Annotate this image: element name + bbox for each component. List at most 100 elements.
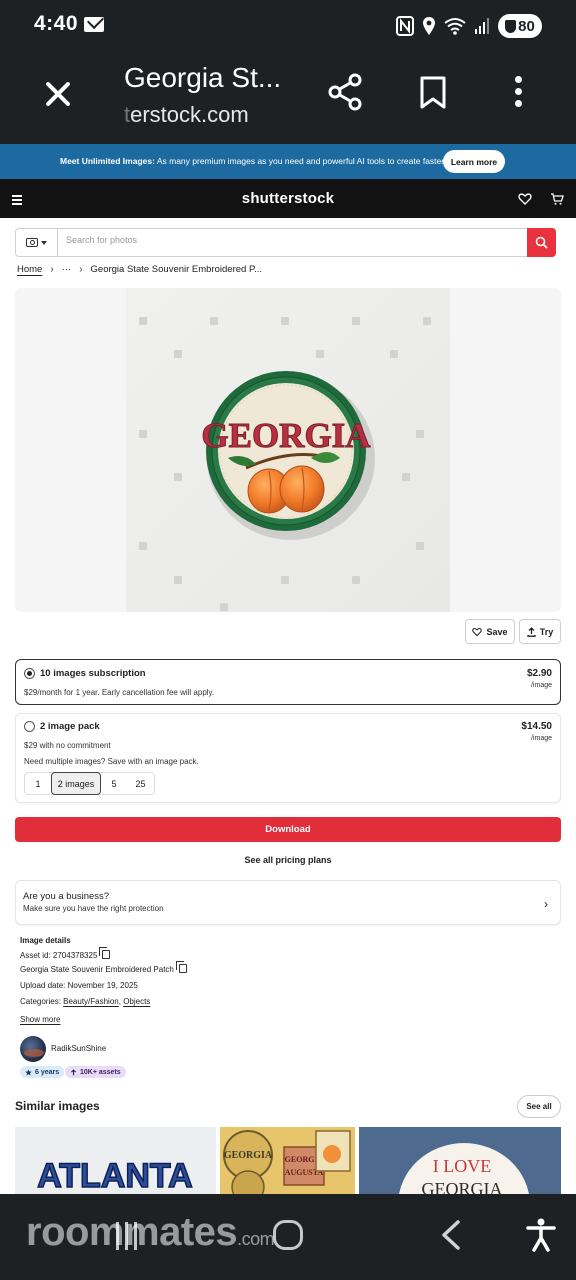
plan-radio[interactable] <box>24 721 35 732</box>
copy-icon[interactable] <box>99 947 111 959</box>
product-image[interactable]: GEORGIA <box>126 288 450 612</box>
chevron-right-icon: › <box>544 897 548 911</box>
system-navigation-bar: roommates.com <box>0 1194 576 1280</box>
watermark-suffix: .com <box>237 1229 275 1249</box>
plan-price-unit: /image <box>530 735 552 742</box>
assets-badge-label: 10K+ assets <box>80 1068 121 1076</box>
star-icon <box>25 1068 32 1076</box>
pack-option-25[interactable]: 25 <box>127 773 154 794</box>
georgia-patch-illustration: GEORGIA <box>201 371 375 540</box>
plan-description: $29/month for 1 year. Early cancellation… <box>24 688 215 697</box>
search-type-dropdown[interactable] <box>16 229 58 256</box>
cart-icon[interactable] <box>550 192 564 206</box>
promo-bold: Meet Unlimited Images: <box>60 156 155 166</box>
copy-icon[interactable] <box>175 961 187 973</box>
signal-icon <box>475 18 489 34</box>
try-label: Try <box>539 626 554 637</box>
try-button[interactable]: Try <box>519 619 561 644</box>
breadcrumb-current: Georgia State Souvenir Embroidered P... <box>90 264 262 275</box>
promo-text: Meet Unlimited Images: As many premium i… <box>60 156 446 166</box>
category-link[interactable]: Beauty/Fashion <box>63 997 119 1006</box>
custom-tab-toolbar: Georgia St... terstock.com <box>0 52 576 144</box>
image-details-heading: Image details <box>20 936 71 945</box>
categories-row: Categories: Beauty/Fashion, Objects <box>20 997 150 1006</box>
category-link[interactable]: Objects <box>123 997 150 1006</box>
upload-date: Upload date: November 19, 2025 <box>20 981 138 990</box>
see-all-pricing-link[interactable]: See all pricing plans <box>0 855 576 865</box>
thumb-text: I LOVE <box>433 1156 491 1176</box>
status-bar: 4:40 80 <box>0 0 576 52</box>
camera-icon <box>26 238 38 247</box>
nfc-icon <box>396 16 414 36</box>
promo-body: As many premium images as you need and p… <box>154 156 446 166</box>
search-input[interactable] <box>66 235 486 245</box>
business-title: Are you a business? <box>23 891 110 902</box>
see-all-button[interactable]: See all <box>517 1095 561 1118</box>
pack-option-5[interactable]: 5 <box>101 773 127 794</box>
similar-images-title: Similar images <box>15 1099 100 1113</box>
status-icons: 80 <box>396 14 542 38</box>
georgia-stamps-thumb-art: GEORGIA GEORGIA AUGUSTA <box>223 1130 351 1194</box>
mail-icon <box>84 17 104 32</box>
subscription-plan-card[interactable]: 10 images subscription $29/month for 1 y… <box>15 659 561 705</box>
breadcrumb: Home › ··· › Georgia State Souvenir Embr… <box>17 264 262 275</box>
heart-outline-icon <box>472 627 483 636</box>
save-button[interactable]: Save <box>465 619 515 644</box>
similar-image-thumb[interactable]: ATLANTA <box>15 1127 216 1194</box>
close-icon[interactable] <box>40 76 76 112</box>
thumb-text: GEORGIA <box>224 1150 273 1161</box>
search-button[interactable] <box>527 228 556 257</box>
similar-image-thumb[interactable]: I LOVE GEORGIA <box>359 1127 561 1194</box>
back-icon[interactable] <box>438 1220 466 1250</box>
pack-option-1[interactable]: 1 <box>25 773 51 794</box>
image-name: Georgia State Souvenir Embroidered Patch <box>20 965 174 974</box>
location-icon <box>423 17 435 35</box>
heart-icon[interactable] <box>518 192 532 206</box>
battery-indicator: 80 <box>498 14 542 38</box>
breadcrumb-ellipsis[interactable]: ··· <box>62 264 72 275</box>
image-preview-container: GEORGIA <box>15 288 561 612</box>
plan-upsell: Need multiple images? Save with an image… <box>24 757 199 766</box>
asset-id-row: Asset id: 2704378325 <box>20 947 111 960</box>
share-icon[interactable] <box>326 72 366 112</box>
author-name[interactable]: RadikSunShine <box>51 1044 106 1053</box>
accessibility-icon[interactable] <box>526 1218 556 1252</box>
more-menu-icon[interactable] <box>512 76 524 110</box>
search-icon <box>535 236 548 249</box>
plan-title: 2 image pack <box>40 721 100 732</box>
thumb-text: GEORGIA <box>422 1179 503 1194</box>
years-badge-label: 6 years <box>35 1068 60 1076</box>
atlanta-thumb-art: ATLANTA <box>37 1156 194 1194</box>
bookmark-icon[interactable] <box>420 76 446 110</box>
shutterstock-logo[interactable]: shutterstock <box>0 190 576 207</box>
learn-more-button[interactable]: Learn more <box>443 150 505 173</box>
breadcrumb-home[interactable]: Home <box>17 264 42 275</box>
tab-url: terstock.com <box>124 102 249 128</box>
tab-title: Georgia St... <box>124 62 282 93</box>
tab-url-text: erstock.com <box>130 102 249 127</box>
site-header: shutterstock <box>0 179 576 218</box>
years-badge: 6 years <box>20 1066 65 1078</box>
pack-size-selector: 1 2 images 5 25 <box>24 772 155 795</box>
pack-option-2[interactable]: 2 images <box>51 772 101 795</box>
download-button[interactable]: Download <box>15 817 561 842</box>
image-pack-plan-card[interactable]: 2 image pack $29 with no commitment Need… <box>15 713 561 803</box>
patch-text: GEORGIA <box>201 416 371 455</box>
home-icon[interactable] <box>273 1220 303 1250</box>
battery-level: 80 <box>518 17 535 35</box>
business-protection-card[interactable]: Are you a business? Make sure you have t… <box>15 880 561 925</box>
image-name-row: Georgia State Souvenir Embroidered Patch <box>20 961 187 974</box>
business-subtitle: Make sure you have the right protection <box>23 904 164 913</box>
plan-radio-selected[interactable] <box>24 668 35 679</box>
thumb-text: ATLANTA <box>37 1157 192 1194</box>
avatar[interactable] <box>20 1036 46 1062</box>
plan-price: $2.90 <box>526 668 552 679</box>
plan-title: 10 images subscription <box>40 668 146 679</box>
recent-apps-icon[interactable] <box>112 1222 142 1250</box>
show-more-link[interactable]: Show more <box>20 1015 60 1024</box>
i-love-georgia-thumb-art: I LOVE GEORGIA <box>399 1143 529 1194</box>
similar-image-thumb[interactable]: GEORGIA GEORGIA AUGUSTA <box>220 1127 355 1194</box>
plan-description: $29 with no commitment <box>24 741 111 750</box>
search-bar <box>15 228 556 257</box>
upload-icon <box>527 626 536 637</box>
